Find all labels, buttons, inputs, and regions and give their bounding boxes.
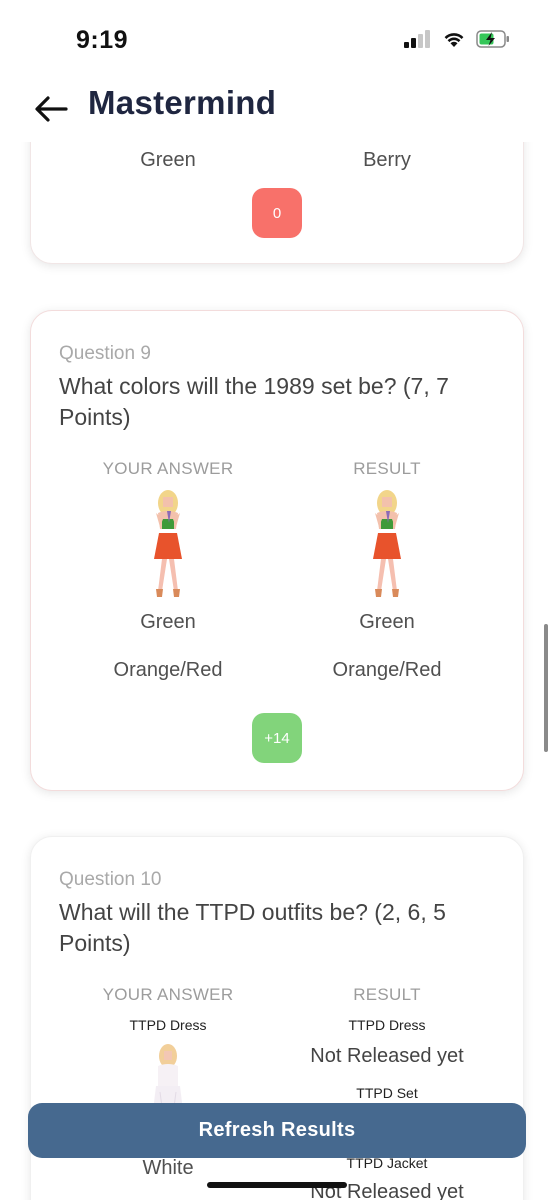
your-answer-header: YOUR ANSWER: [102, 459, 234, 478]
status-bar: 9:19: [0, 0, 554, 80]
score-badge: 0: [252, 188, 302, 238]
score-badge: +14: [252, 713, 302, 763]
answer-item-label: TTPD Dress: [129, 1017, 207, 1033]
result-item-label: TTPD Dress: [348, 1017, 426, 1033]
answer-value: Green: [140, 149, 196, 171]
question-text: What colors will the 1989 set be? (7, 7 …: [59, 373, 449, 430]
page-title: Mastermind: [88, 84, 277, 121]
result-value: Berry: [363, 149, 411, 171]
scrollbar[interactable]: [544, 624, 548, 752]
your-answer-header: YOUR ANSWER: [102, 985, 234, 1004]
app-header: Mastermind: [0, 80, 554, 142]
home-indicator[interactable]: [207, 1182, 347, 1188]
question-card-9: Question 9 What colors will the 1989 set…: [30, 310, 524, 791]
results-scroll-view[interactable]: Green Berry 0 Question 9 What colors wil…: [0, 142, 554, 1200]
question-card-8: Green Berry 0: [30, 142, 524, 264]
status-icons: [404, 30, 510, 48]
answer-value: Green: [140, 611, 196, 633]
question-number: Question 10: [59, 869, 162, 890]
refresh-results-button[interactable]: Refresh Results: [28, 1103, 526, 1158]
signal-bars-icon: [404, 30, 430, 48]
outfit-figure-image: [154, 490, 182, 597]
result-value: Orange/Red: [332, 659, 442, 681]
back-button[interactable]: [30, 88, 72, 130]
outfit-figure-image: [373, 490, 401, 597]
result-header: RESULT: [353, 985, 421, 1004]
result-value: Green: [359, 611, 415, 633]
wifi-icon: [444, 33, 464, 47]
status-time: 9:19: [76, 26, 129, 54]
result-header: RESULT: [353, 459, 421, 478]
answer-value: Orange/Red: [113, 659, 223, 681]
battery-charging-icon: [476, 30, 509, 48]
answer-value: White: [142, 1157, 194, 1179]
result-item-label: TTPD Set: [356, 1085, 418, 1101]
result-item-value: Not Released yet: [310, 1045, 464, 1067]
arrow-left-icon: [35, 96, 68, 122]
question-number: Question 9: [59, 343, 151, 364]
question-text: What will the TTPD outfits be? (2, 6, 5 …: [59, 899, 446, 956]
